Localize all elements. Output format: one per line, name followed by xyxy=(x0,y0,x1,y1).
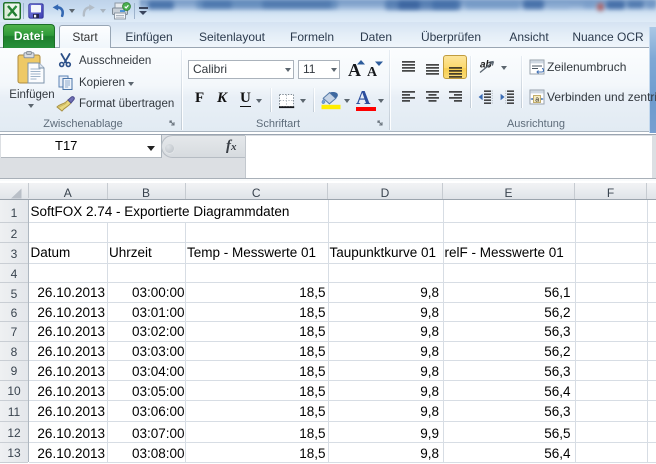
svg-text:a: a xyxy=(535,97,539,104)
